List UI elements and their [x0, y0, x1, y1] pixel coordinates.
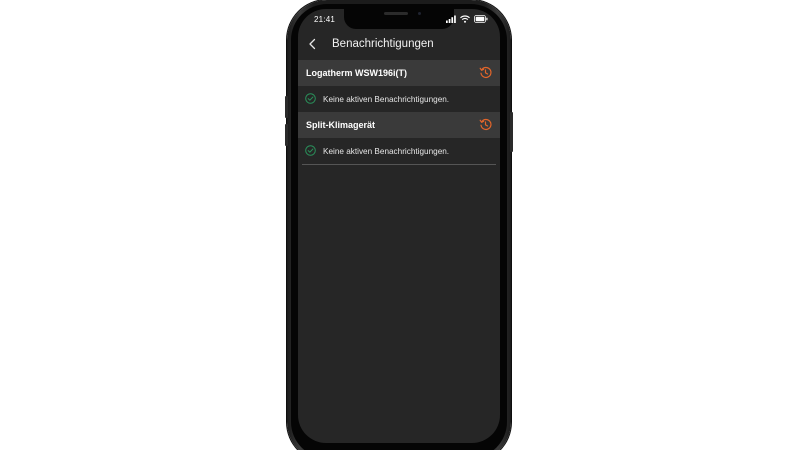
- history-clock-icon[interactable]: [479, 118, 492, 131]
- stage: 21:41 Benachrichtigungen Logatherm WSW19…: [0, 0, 800, 450]
- notification-text: Keine aktiven Benachrichtigungen.: [323, 147, 450, 156]
- battery-icon: [474, 15, 488, 23]
- check-circle-icon: [305, 145, 316, 156]
- device-section-header: Logatherm WSW196i(T): [298, 60, 500, 86]
- app-header: Benachrichtigungen: [298, 33, 500, 57]
- page-title: Benachrichtigungen: [332, 38, 434, 50]
- divider: [302, 164, 496, 165]
- status-time: 21:41: [314, 15, 336, 24]
- notification-row: Keine aktiven Benachrichtigungen.: [298, 139, 500, 165]
- chevron-left-icon[interactable]: [306, 37, 320, 51]
- status-icons: [446, 15, 488, 23]
- front-camera: [418, 12, 421, 15]
- volume-up-button: [285, 96, 288, 118]
- cellular-signal-icon: [446, 15, 456, 23]
- speaker-grille: [384, 12, 408, 15]
- phone-screen: 21:41 Benachrichtigungen Logatherm WSW19…: [298, 9, 500, 443]
- device-section-header: Split-Klimagerät: [298, 112, 500, 138]
- notification-text: Keine aktiven Benachrichtigungen.: [323, 95, 450, 104]
- wifi-icon: [460, 15, 470, 23]
- device-name: Logatherm WSW196i(T): [306, 68, 408, 78]
- history-clock-icon[interactable]: [479, 66, 492, 79]
- notch: [344, 9, 454, 29]
- check-circle-icon: [305, 93, 316, 104]
- notification-row: Keine aktiven Benachrichtigungen.: [298, 87, 500, 113]
- power-button: [510, 112, 513, 152]
- volume-down-button: [285, 124, 288, 146]
- device-name: Split-Klimagerät: [306, 120, 376, 130]
